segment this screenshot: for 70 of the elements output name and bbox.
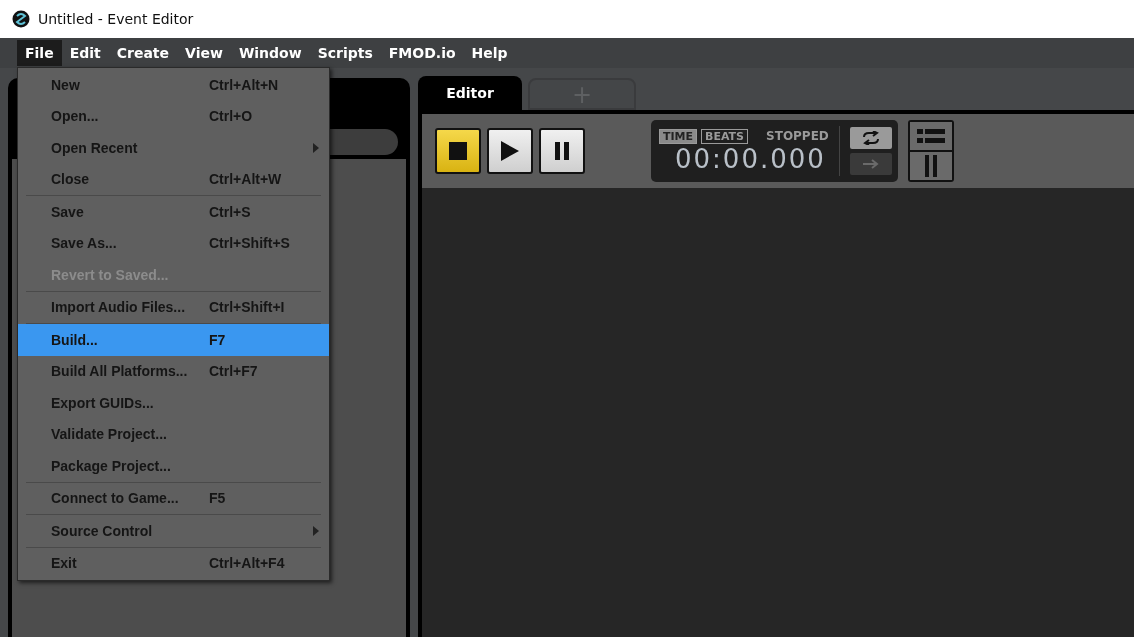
menu-item[interactable]: File: [17, 40, 62, 66]
list-icon: [916, 129, 945, 143]
shortcut-label: Ctrl+Shift+I: [209, 299, 285, 316]
menu-entry-label: Save As...: [51, 235, 118, 252]
mode-toggle[interactable]: BEATS: [701, 128, 749, 144]
time-readout: 00:00.000: [674, 143, 827, 174]
shortcut-label: Ctrl+Alt+F4: [209, 555, 285, 572]
menu-entry[interactable]: Import Audio Files... Ctrl+Shift+I: [18, 291, 329, 323]
shortcut-label: Ctrl+Shift+S: [209, 235, 290, 252]
menu-entry[interactable]: New Ctrl+Alt+N: [18, 69, 329, 101]
menu-item[interactable]: View: [177, 40, 231, 66]
pause-icon: [555, 142, 569, 160]
menu-item[interactable]: Edit: [61, 40, 109, 66]
play-icon: [501, 141, 519, 161]
stop-button[interactable]: [435, 128, 481, 174]
arrow-icon: [862, 159, 879, 169]
loop-icon: [861, 131, 880, 145]
menu-entry-label: Export GUIDs...: [51, 394, 155, 411]
shortcut-label: Ctrl+Alt+W: [209, 171, 282, 188]
menu-entry[interactable]: Source Control: [18, 515, 329, 547]
transport-status: STOPPED: [766, 129, 829, 143]
menu-entry-label: Build...: [51, 331, 99, 348]
loop-button[interactable]: [849, 127, 892, 149]
menu-entry-label: Package Project...: [51, 457, 172, 474]
menu-item[interactable]: Create: [108, 40, 178, 66]
list-view-button[interactable]: [909, 122, 952, 150]
menu-entry-label: Save: [51, 203, 85, 220]
menu-entry-label: Build All Platforms...: [51, 363, 189, 380]
menu-entry-label: Source Control: [51, 522, 154, 539]
menu-entry[interactable]: Export GUIDs...: [18, 387, 329, 419]
tab[interactable]: Editor: [418, 76, 522, 110]
mode-toggle[interactable]: TIME: [659, 128, 698, 144]
shortcut-label: Ctrl+O: [209, 108, 253, 125]
menu-item[interactable]: Help: [463, 40, 516, 66]
menu-entry[interactable]: Connect to Game... F5: [18, 482, 329, 514]
menu-entry-label: Close: [51, 171, 91, 188]
shortcut-label: Ctrl+F7: [209, 363, 258, 380]
menu-entry[interactable]: Exit Ctrl+Alt+F4: [18, 547, 329, 579]
menu-entry[interactable]: Save As... Ctrl+Shift+S: [18, 227, 329, 259]
menu-item[interactable]: FMOD.io: [380, 40, 464, 66]
menu-entry[interactable]: Build All Platforms... Ctrl+F7: [18, 355, 329, 387]
shortcut-label: Ctrl+S: [209, 203, 251, 220]
menu-entry[interactable]: Validate Project...: [18, 418, 329, 450]
menu-entry-label: Open...: [51, 108, 100, 125]
menu-entry-label: Exit: [51, 555, 78, 572]
menu-entry-label: Validate Project...: [51, 426, 168, 443]
app-logo-icon: [12, 10, 30, 28]
menu-entry[interactable]: Open... Ctrl+O: [18, 100, 329, 132]
shortcut-label: Ctrl+Alt+N: [209, 76, 279, 93]
menu-entry[interactable]: Open Recent: [18, 132, 329, 164]
menu-entry-label: Import Audio Files...: [51, 299, 187, 316]
menu-entry[interactable]: Save Ctrl+S: [18, 196, 329, 228]
stop-icon: [449, 142, 467, 160]
menu-entry-label: Open Recent: [51, 139, 139, 156]
menu-entry[interactable]: Package Project...: [18, 450, 329, 482]
menu-entry[interactable]: Build... F7: [18, 324, 329, 356]
pause-button[interactable]: [539, 128, 585, 174]
menu-item[interactable]: Window: [230, 40, 310, 66]
menu-entry-label: New: [51, 76, 81, 93]
play-button[interactable]: [487, 128, 533, 174]
window-title: Untitled - Event Editor: [38, 11, 194, 27]
pause-icon: [924, 155, 937, 177]
pause-view-button[interactable]: [909, 152, 952, 180]
menu-item[interactable]: Scripts: [309, 40, 381, 66]
shortcut-label: F5: [209, 490, 226, 507]
menu-entry[interactable]: Close Ctrl+Alt+W: [18, 163, 329, 195]
menu-entry-label: Connect to Game...: [51, 490, 180, 507]
follow-button[interactable]: [849, 153, 892, 175]
add-tab[interactable]: +: [528, 78, 636, 110]
shortcut-label: F7: [209, 331, 226, 348]
